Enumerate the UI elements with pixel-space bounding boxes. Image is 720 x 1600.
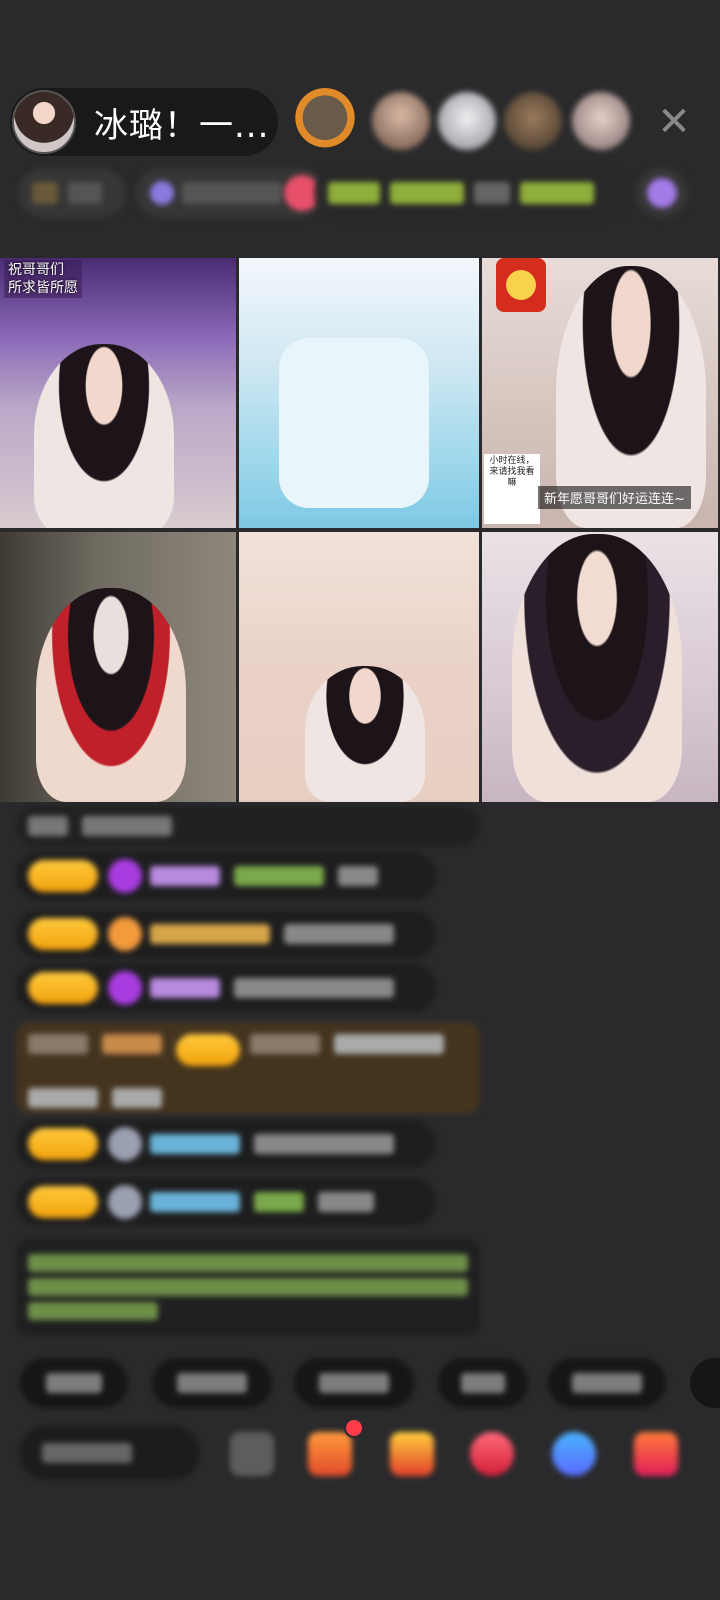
quick-reply-4[interactable]	[438, 1358, 528, 1408]
heart-gift-icon[interactable]	[470, 1432, 514, 1476]
host-info-pill[interactable]: 冰璐！一...	[10, 88, 278, 156]
more-icon[interactable]	[230, 1432, 274, 1476]
video-tile-3[interactable]: 小时在线，来请找我看嘛 新年愿哥哥们好运连连~	[482, 258, 718, 528]
quick-reply-1[interactable]	[20, 1358, 128, 1408]
chat-message	[16, 1120, 436, 1168]
tile-sign: 小时在线，来请找我看嘛	[484, 454, 540, 524]
host-avatar[interactable]	[12, 90, 76, 154]
video-tile-1[interactable]: 祝哥哥们 所求皆所愿	[0, 258, 236, 528]
quick-reply-6[interactable]	[690, 1358, 720, 1408]
sofa-chair	[279, 338, 429, 508]
quick-reply-3[interactable]	[294, 1358, 414, 1408]
treasure-icon[interactable]	[390, 1432, 434, 1476]
close-icon[interactable]: ✕	[652, 100, 696, 144]
tile-caption: 新年愿哥哥们好运连连~	[538, 486, 691, 509]
tags-chip[interactable]	[314, 168, 630, 218]
gift-icon[interactable]	[634, 1432, 678, 1476]
chat-message	[16, 1178, 436, 1226]
purple-badge[interactable]	[636, 168, 688, 218]
streamer-figure	[34, 344, 174, 528]
chat-message	[16, 910, 436, 958]
chat-message	[16, 806, 480, 846]
video-tile-4[interactable]	[0, 532, 236, 802]
chat-message-highlight	[16, 1022, 480, 1114]
streamer-figure	[305, 666, 425, 802]
streamer-figure	[512, 534, 682, 802]
tile-caption: 祝哥哥们 所求皆所愿	[4, 260, 82, 298]
top-viewer-avatar-2[interactable]	[372, 92, 430, 150]
new-year-emblem-icon	[496, 258, 546, 312]
video-grid: 祝哥哥们 所求皆所愿 小时在线，来请找我看嘛 新年愿哥哥们好运连连~	[0, 258, 720, 802]
system-notice	[16, 1238, 480, 1336]
rank-chip[interactable]	[18, 168, 126, 218]
host-name: 冰璐！一...	[94, 105, 270, 146]
chat-message	[16, 964, 436, 1012]
top-viewer-avatar-1[interactable]	[292, 88, 358, 154]
video-tile-5[interactable]	[239, 532, 479, 802]
notification-dot	[344, 1418, 364, 1438]
video-tile-6[interactable]	[482, 532, 718, 802]
chat-message	[16, 852, 436, 900]
gift-box-icon[interactable]	[308, 1432, 352, 1476]
info-strip	[18, 168, 688, 220]
quick-reply-5[interactable]	[548, 1358, 666, 1408]
comment-input[interactable]	[20, 1426, 200, 1480]
quick-reply-2[interactable]	[152, 1358, 272, 1408]
streamer-figure	[36, 588, 186, 802]
game-icon[interactable]	[552, 1432, 596, 1476]
top-viewer-avatar-4[interactable]	[504, 92, 562, 150]
top-viewer-avatar-3[interactable]	[438, 92, 496, 150]
top-viewer-avatar-5[interactable]	[572, 92, 630, 150]
video-tile-2[interactable]	[239, 258, 479, 528]
